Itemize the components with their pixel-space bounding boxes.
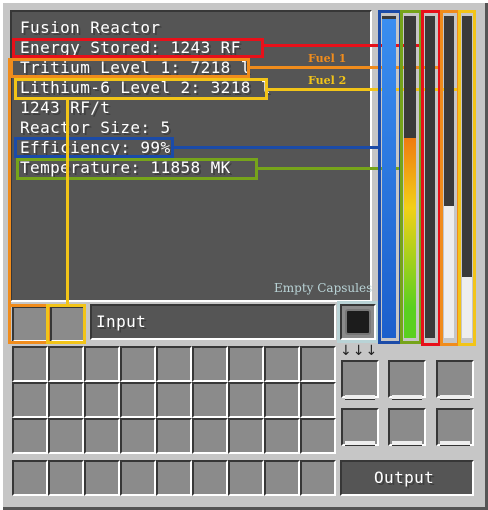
hotbar-slot[interactable]: [48, 460, 84, 496]
capsule-progress-3: [440, 395, 470, 399]
inventory-slot[interactable]: [12, 382, 48, 418]
inventory-slot[interactable]: [156, 382, 192, 418]
inventory-slot[interactable]: [228, 418, 264, 454]
hotbar-slot[interactable]: [300, 460, 336, 496]
inventory-slot[interactable]: [228, 382, 264, 418]
inventory-slot[interactable]: [48, 382, 84, 418]
hotbar-slot[interactable]: [120, 460, 156, 496]
capsule-progress-1: [345, 395, 375, 399]
energy-gauge: [425, 16, 435, 338]
inventory-slot[interactable]: [120, 418, 156, 454]
input-label: Input: [96, 312, 147, 331]
fuel1-slot-highlight: [8, 304, 50, 344]
inventory-slot[interactable]: [48, 346, 84, 382]
temperature-highlight-box: [16, 158, 258, 180]
efficiency-gauge: [382, 16, 396, 338]
hotbar-slot[interactable]: [84, 460, 120, 496]
inventory-slot[interactable]: [192, 418, 228, 454]
fuel1-gauge: [444, 16, 454, 338]
inventory-slot[interactable]: [48, 418, 84, 454]
reactor-gui: Fusion Reactor Energy Stored: 1243 RF Tr…: [0, 0, 488, 510]
capsule-output-slot-3[interactable]: [436, 360, 474, 398]
inventory-slot[interactable]: [300, 346, 336, 382]
hotbar-slot[interactable]: [12, 460, 48, 496]
down-arrows-icon: ↓↓↓: [340, 343, 379, 359]
fuel2-frame-line: [66, 98, 69, 308]
hotbar-slot[interactable]: [156, 460, 192, 496]
inventory-slot[interactable]: [12, 346, 48, 382]
inventory-slot[interactable]: [264, 418, 300, 454]
fuel1-frame-left: [8, 58, 11, 308]
hotbar-slot[interactable]: [264, 460, 300, 496]
efficiency-highlight-box: [14, 137, 174, 158]
inventory-slot[interactable]: [156, 418, 192, 454]
inventory-slot[interactable]: [84, 418, 120, 454]
empty-capsules-note: Empty Capsules: [274, 281, 373, 295]
inventory-slot[interactable]: [228, 346, 264, 382]
capsule-progress-5: [392, 441, 422, 445]
fuel1-note: Fuel 1: [308, 52, 347, 65]
fuel2-slot-highlight: [46, 304, 86, 344]
capsule-progress-4: [345, 441, 375, 445]
lithium-highlight-box: [14, 78, 268, 100]
output-label: Output: [374, 468, 435, 487]
energy-highlight-box: [12, 38, 264, 58]
hotbar-slot[interactable]: [192, 460, 228, 496]
inventory-slot[interactable]: [192, 346, 228, 382]
capsule-progress-6: [440, 441, 470, 445]
inventory-slot[interactable]: [120, 346, 156, 382]
reactor-size-text: Reactor Size: 5: [20, 118, 171, 137]
inventory-slot[interactable]: [192, 382, 228, 418]
inventory-slot[interactable]: [264, 346, 300, 382]
capsule-input-slot[interactable]: [340, 304, 376, 340]
inventory-slot[interactable]: [12, 418, 48, 454]
capsule-output-slot-1[interactable]: [341, 360, 379, 398]
capsule-progress-2: [392, 395, 422, 399]
inventory-slot[interactable]: [156, 346, 192, 382]
temperature-gauge: [404, 16, 416, 338]
inventory-slot[interactable]: [264, 382, 300, 418]
inventory-slot[interactable]: [84, 346, 120, 382]
inventory-slot[interactable]: [120, 382, 156, 418]
fuel2-note: Fuel 2: [308, 74, 347, 87]
window-title: Fusion Reactor: [20, 18, 161, 37]
inventory-slot[interactable]: [300, 418, 336, 454]
efficiency-connector: [172, 146, 380, 149]
inventory-slot[interactable]: [84, 382, 120, 418]
capsule-item-icon: [345, 309, 371, 335]
hotbar-slot[interactable]: [228, 460, 264, 496]
capsule-output-slot-2[interactable]: [388, 360, 426, 398]
tritium-highlight-box: [10, 58, 250, 78]
inventory-slot[interactable]: [300, 382, 336, 418]
fuel2-gauge: [462, 16, 472, 338]
